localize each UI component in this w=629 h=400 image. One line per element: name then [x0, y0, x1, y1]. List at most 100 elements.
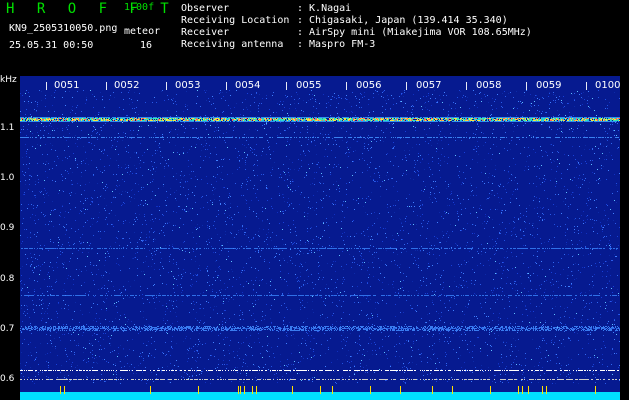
noise-pixel: [181, 287, 182, 288]
noise-pixel: [53, 226, 54, 227]
noise-pixel: [151, 253, 152, 254]
noise-pixel: [402, 93, 403, 94]
noise-pixel: [92, 367, 93, 368]
noise-pixel: [25, 144, 26, 145]
noise-pixel: [161, 371, 162, 372]
noise-pixel: [118, 133, 119, 134]
noise-pixel: [385, 264, 386, 265]
noise-pixel: [196, 302, 197, 303]
noise-pixel: [539, 198, 540, 199]
noise-pixel: [273, 330, 274, 331]
noise-pixel: [42, 154, 43, 155]
noise-pixel: [308, 335, 309, 336]
noise-pixel: [460, 355, 461, 356]
noise-pixel: [477, 318, 478, 319]
noise-pixel: [455, 243, 456, 244]
noise-pixel: [518, 219, 519, 220]
noise-pixel: [67, 171, 68, 172]
noise-pixel: [397, 191, 398, 192]
noise-pixel: [368, 138, 369, 139]
noise-pixel: [588, 192, 589, 193]
noise-pixel: [550, 360, 551, 361]
noise-pixel: [539, 285, 540, 286]
noise-pixel: [475, 225, 476, 226]
noise-pixel: [443, 282, 444, 283]
noise-pixel: [20, 132, 21, 133]
noise-pixel: [472, 257, 473, 258]
noise-pixel: [536, 256, 537, 257]
noise-pixel: [283, 197, 284, 198]
noise-pixel: [104, 359, 105, 360]
noise-pixel: [191, 303, 192, 304]
noise-pixel: [80, 185, 81, 186]
noise-pixel: [250, 137, 251, 138]
noise-pixel: [341, 221, 342, 222]
noise-pixel: [122, 140, 123, 141]
noise-pixel: [446, 241, 447, 242]
noise-pixel: [290, 169, 291, 170]
noise-pixel: [414, 257, 415, 258]
noise-pixel: [55, 209, 56, 210]
noise-pixel: [213, 277, 214, 278]
noise-pixel: [65, 348, 66, 349]
noise-pixel: [90, 243, 91, 244]
noise-pixel: [261, 330, 262, 331]
noise-pixel: [565, 235, 566, 236]
noise-pixel: [311, 141, 312, 142]
noise-pixel: [333, 246, 334, 247]
noise-pixel: [21, 352, 22, 353]
noise-pixel: [87, 377, 88, 378]
noise-pixel: [375, 128, 376, 129]
noise-pixel: [35, 325, 36, 326]
noise-pixel: [379, 347, 380, 348]
noise-pixel: [143, 311, 144, 312]
noise-pixel: [542, 213, 543, 214]
noise-pixel: [464, 362, 465, 363]
noise-pixel: [379, 267, 380, 268]
noise-pixel: [96, 99, 97, 100]
noise-pixel: [613, 213, 614, 214]
noise-pixel: [492, 320, 493, 321]
noise-pixel: [148, 356, 149, 357]
noise-pixel: [352, 92, 353, 93]
noise-pixel: [336, 98, 337, 99]
noise-pixel: [368, 150, 369, 151]
noise-pixel: [436, 274, 437, 275]
noise-pixel: [542, 124, 543, 125]
noise-pixel: [423, 181, 424, 182]
noise-pixel: [322, 118, 323, 119]
noise-pixel: [47, 313, 48, 314]
noise-pixel: [402, 358, 403, 359]
noise-pixel: [614, 353, 615, 354]
noise-pixel: [173, 276, 174, 277]
noise-pixel: [336, 166, 337, 167]
noise-pixel: [197, 138, 198, 139]
noise-pixel: [194, 373, 195, 374]
noise-pixel: [337, 113, 338, 114]
noise-pixel: [225, 337, 226, 338]
noise-pixel: [107, 223, 108, 224]
noise-pixel: [593, 231, 594, 232]
noise-pixel: [189, 125, 190, 126]
noise-pixel: [610, 249, 611, 250]
noise-pixel: [336, 321, 337, 322]
noise-pixel: [436, 258, 437, 259]
noise-pixel: [203, 323, 204, 324]
noise-pixel: [299, 281, 300, 282]
noise-pixel: [251, 280, 252, 281]
noise-pixel: [515, 340, 516, 341]
noise-pixel: [556, 134, 557, 135]
noise-pixel: [291, 242, 292, 243]
noise-pixel: [175, 145, 176, 146]
noise-pixel: [116, 263, 117, 264]
noise-pixel: [441, 316, 442, 317]
noise-pixel: [576, 167, 577, 168]
noise-pixel: [561, 128, 562, 129]
noise-pixel: [329, 196, 330, 197]
noise-pixel: [609, 128, 610, 129]
noise-pixel: [209, 145, 210, 146]
noise-pixel: [413, 341, 414, 342]
noise-pixel: [517, 189, 518, 190]
noise-pixel: [381, 96, 382, 97]
noise-pixel: [86, 158, 87, 159]
